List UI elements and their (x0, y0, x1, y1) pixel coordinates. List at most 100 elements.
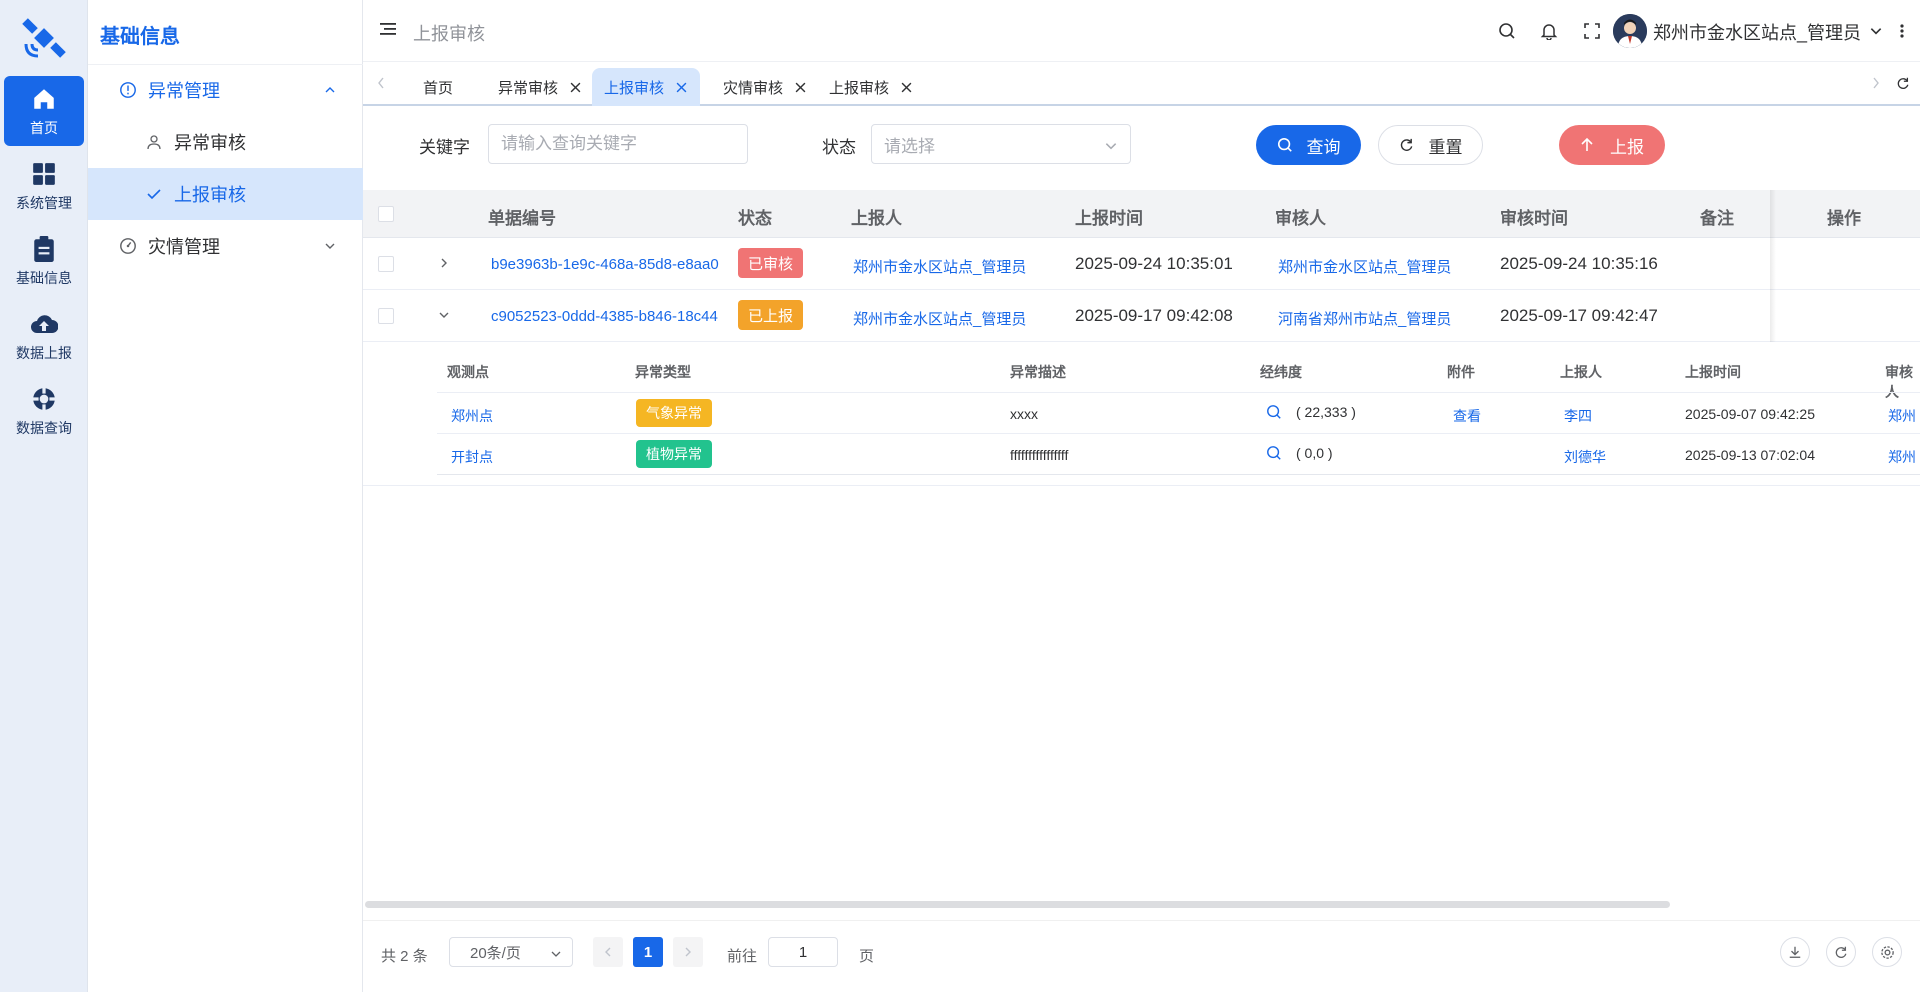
submenu-item-report-review[interactable]: 上报审核 (88, 168, 363, 220)
download-icon[interactable] (1780, 937, 1810, 967)
refresh-icon[interactable] (1826, 937, 1856, 967)
report-button[interactable]: 上报 (1559, 125, 1665, 165)
horizontal-scrollbar[interactable] (365, 901, 1670, 908)
status-select-placeholder: 请选择 (884, 136, 935, 156)
row-review-time: 2025-09-17 09:42:47 (1500, 306, 1658, 325)
row-reporter[interactable]: 郑州市金水区站点_管理员 (853, 308, 1026, 329)
tab-disaster-review[interactable]: 灾情审核 (711, 68, 819, 106)
rail-item-data-query[interactable]: 数据查询 (4, 376, 84, 446)
row-reviewer[interactable]: 郑州市金水区站点_管理员 (1278, 256, 1451, 277)
prev-page-button[interactable] (593, 937, 623, 967)
user-name[interactable]: 郑州市金水区站点_管理员 (1653, 19, 1861, 45)
top-header: 上报审核 郑州市金水区站点_管理员 (363, 0, 1920, 62)
sub-reviewer[interactable]: 郑州 (1888, 406, 1916, 426)
tab-report-review-2[interactable]: 上报审核 (817, 68, 925, 106)
page-size-value: 20条/页 (470, 944, 521, 962)
search-icon[interactable] (1496, 20, 1518, 42)
sub-col-header: 异常描述 (1010, 364, 1066, 380)
row-report-time: 2025-09-17 09:42:08 (1075, 306, 1233, 325)
lifebuoy-icon (30, 385, 58, 413)
hamburger-menu-icon[interactable] (379, 20, 399, 40)
search-icon (1277, 137, 1293, 153)
submenu-group-disaster[interactable]: 灾情管理 (88, 220, 363, 272)
goto-label: 前往 (727, 948, 758, 965)
user-icon (144, 132, 164, 152)
col-header: 上报时间 (1075, 209, 1143, 228)
more-vertical-icon[interactable] (1891, 20, 1913, 42)
query-button[interactable]: 查询 (1256, 125, 1361, 165)
chevron-down-icon[interactable] (437, 308, 451, 322)
coordinates-link[interactable]: ( 0,0 ) (1266, 445, 1333, 461)
chevron-right-icon[interactable] (437, 256, 451, 270)
table-row[interactable]: b9e3963b-1e9c-468a-85d8-e8aa0 已审核 郑州市金水区… (363, 238, 1920, 290)
sub-reporter[interactable]: 李四 (1564, 406, 1592, 426)
settings-icon[interactable] (1872, 937, 1902, 967)
refresh-tabs-icon[interactable] (1895, 75, 1911, 91)
info-circle-icon (118, 80, 138, 100)
keyword-label: 关键字 (419, 138, 470, 157)
fullscreen-icon[interactable] (1581, 20, 1603, 42)
sub-desc: xxxx (1010, 406, 1038, 422)
table-row[interactable]: c9052523-0ddd-4385-b846-18c44 已上报 郑州市金水区… (363, 290, 1920, 342)
sub-col-header: 经纬度 (1260, 364, 1302, 380)
reset-button[interactable]: 重置 (1378, 125, 1483, 165)
close-icon[interactable] (899, 80, 913, 94)
keyword-input[interactable] (488, 124, 748, 164)
fixed-column-shadow (1770, 190, 1776, 342)
row-id[interactable]: b9e3963b-1e9c-468a-85d8-e8aa0 (491, 256, 721, 273)
search-icon (1266, 445, 1282, 461)
row-reviewer[interactable]: 河南省郑州市站点_管理员 (1278, 308, 1451, 329)
tab-home[interactable]: 首页 (411, 68, 465, 106)
select-all-checkbox[interactable] (378, 206, 394, 222)
row-reporter[interactable]: 郑州市金水区站点_管理员 (853, 256, 1026, 277)
sub-point[interactable]: 郑州点 (451, 406, 493, 426)
sub-reviewer[interactable]: 郑州 (1888, 447, 1916, 467)
report-button-label: 上报 (1610, 137, 1644, 157)
status-label: 状态 (822, 138, 856, 157)
sub-time: 2025-09-13 07:02:04 (1685, 447, 1815, 463)
avatar[interactable] (1613, 14, 1647, 48)
page-number-button[interactable]: 1 (633, 937, 663, 967)
chevron-down-icon (323, 239, 337, 253)
chevron-down-icon[interactable] (1865, 20, 1887, 42)
rail-item-data-upload[interactable]: 数据上报 (4, 301, 84, 371)
coordinates-link[interactable]: ( 22,333 ) (1266, 404, 1356, 420)
tabs-scroll-left-icon[interactable] (373, 75, 389, 91)
tabs-scroll-right-icon[interactable] (1868, 75, 1884, 91)
view-attachment-link[interactable]: 查看 (1453, 406, 1481, 426)
rail-item-label: 基础信息 (16, 269, 72, 286)
close-icon[interactable] (793, 80, 807, 94)
sub-col-header: 观测点 (447, 364, 489, 380)
arrow-up-icon (1580, 137, 1596, 153)
rail-item-basic-info[interactable]: 基础信息 (4, 226, 84, 296)
bell-icon[interactable] (1538, 20, 1560, 42)
rail-item-label: 数据上报 (16, 344, 72, 361)
close-icon[interactable] (674, 80, 688, 94)
sub-col-header: 异常类型 (635, 364, 691, 380)
row-checkbox[interactable] (378, 256, 394, 272)
goto-page-input[interactable] (768, 937, 838, 967)
submenu-item-anomaly-review[interactable]: 异常审核 (88, 116, 363, 168)
sub-point[interactable]: 开封点 (451, 447, 493, 467)
row-id[interactable]: c9052523-0ddd-4385-b846-18c44 (491, 308, 721, 325)
sub-reporter[interactable]: 刘德华 (1564, 447, 1606, 467)
submenu-item-label: 上报审核 (174, 185, 246, 205)
table-header: 单据编号 状态 上报人 上报时间 审核人 审核时间 备注 操作 (363, 190, 1920, 238)
sub-table-row[interactable]: 郑州点 气象异常 xxxx ( 22,333 ) 查看 李四 2025-09-0… (437, 392, 1920, 433)
sub-desc: ffffffffffffffff (1010, 447, 1069, 463)
next-page-button[interactable] (673, 937, 703, 967)
close-icon[interactable] (568, 80, 582, 94)
rail-item-home[interactable]: 首页 (4, 76, 84, 146)
row-checkbox[interactable] (378, 308, 394, 324)
rail-item-system[interactable]: 系统管理 (4, 151, 84, 221)
col-header: 审核时间 (1500, 209, 1568, 228)
tab-anomaly-review[interactable]: 异常审核 (486, 68, 594, 106)
tabs-bar: 首页 异常审核 上报审核 灾情审核 上报审核 (363, 62, 1920, 106)
page-size-select[interactable]: 20条/页 (449, 937, 573, 967)
tab-report-review[interactable]: 上报审核 (592, 68, 701, 106)
submenu-group-anomaly[interactable]: 异常管理 (88, 64, 363, 116)
submenu-item-label: 异常审核 (174, 133, 246, 153)
submenu-panel: 基础信息 异常管理 异常审核 上报审核 灾情管理 (88, 0, 363, 992)
sub-table-row[interactable]: 开封点 植物异常 ffffffffffffffff ( 0,0 ) 刘德华 20… (437, 433, 1920, 474)
status-select[interactable]: 请选择 (871, 124, 1131, 164)
